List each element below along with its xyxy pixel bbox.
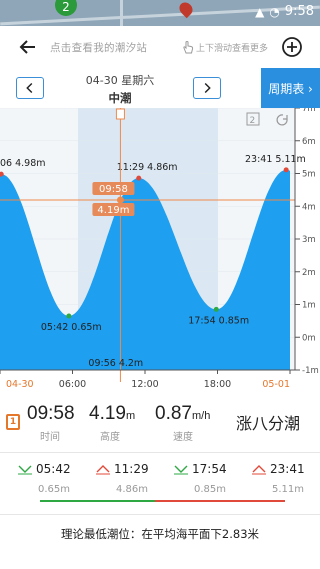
back-arrow-icon[interactable] [18,37,38,57]
extreme-time: 05:42 [36,462,71,476]
high-tide-point [136,175,142,181]
rising-bar [40,500,155,502]
next-day-button[interactable] [193,77,221,99]
x-tick-label: 18:00 [204,379,231,390]
extreme-height: 4.86m [116,484,149,495]
x-axis: 04-30 06:00 12:00 18:00 05-01 [0,369,295,390]
current-height-value: 4.19m [89,403,135,425]
tide-extremes-list: 05:42 0.65m 11:29 4.86m 17:54 0.85m 23:4… [0,458,320,508]
y-tick-label: -1m [302,366,319,376]
y-tick-label: 6m [302,137,316,147]
cursor-bottom-label: 09:56 4.2m [88,358,143,369]
clock: 9:58 [284,4,314,19]
scroll-hint: 上下滑动查看更多 [196,44,269,54]
status-bar: 2 ▲ ◔ 9:58 [0,0,320,26]
x-tick-label: 06:00 [59,379,86,390]
x-tick-label: 05-01 [262,379,290,390]
compare-icon-number: 2 [250,116,256,126]
date-label: 04-30 星期六 [85,74,155,87]
divider [0,514,320,515]
low-tide-label: 17:54 0.85m [188,315,249,326]
cursor-handle [115,108,125,120]
low-tide-point [66,313,72,319]
y-tick-label: 2m [302,268,316,278]
high-tide-point [283,167,289,173]
current-speed-value: 0.87m/h [155,403,210,425]
x-tick-label: 04-30 [6,379,34,390]
y-tick-label: 0m [302,333,316,343]
y-axis: 7m 6m 5m 4m 3m 2m 1m 0m -1m [294,108,319,376]
map-road [120,0,123,26]
wifi-icon: ◔ [269,4,280,19]
signal-icon: ▲ [255,4,265,19]
current-height-unit: m [125,410,136,422]
extreme-time: 23:41 [270,462,305,476]
swipe-hand-icon [183,41,194,54]
extreme-height: 0.85m [194,484,227,495]
high-tide-label: 06 4.98m [0,158,46,169]
y-tick-label: 5m [302,170,316,180]
current-time-value: 09:58 [27,403,75,424]
high-tide-label: 23:41 5.11m [245,154,306,165]
high-tide-icon [252,465,266,475]
add-station-icon[interactable] [281,36,303,58]
y-tick-label: 1m [302,301,316,311]
station-search-input[interactable]: 点击查看我的潮汐站 [50,40,147,55]
y-tick-label: 3m [302,235,316,245]
current-time-icon: 1 [6,414,20,430]
high-tide-icon [96,465,110,475]
x-tick-label: 12:00 [131,379,158,390]
falling-bar [155,500,285,502]
prev-day-button[interactable] [16,77,44,99]
high-tide-label: 11:29 4.86m [117,162,178,173]
cursor-time-label: 09:58 [99,184,128,195]
tide-chart[interactable]: 06 4.98m 11:29 4.86m 23:41 5.11m 05:42 0.65… [0,108,320,400]
app-root: 2 ▲ ◔ 9:58 点击查看我的潮汐站 上下滑动查看更多 04-30 星期六 … [0,0,320,569]
low-tide-icon [174,465,188,475]
status-icons: ▲ ◔ 9:58 [255,4,314,19]
current-tide-info: 1 09:58 时间 4.19m 高度 0.87m/h 速度 涨八分潮 [0,402,320,448]
extreme-height: 0.65m [38,484,71,495]
datum-note: 理论最低潮位：在平均海平面下2.83米 [60,527,260,541]
low-tide-point [213,306,219,312]
divider [0,452,320,453]
current-speed-label: 速度 [173,432,193,443]
current-height-number: 4.19 [89,403,126,424]
low-tide-label: 05:42 0.65m [41,322,102,333]
tide-type-label: 中潮 [108,91,132,105]
cursor-height-label: 4.19m [97,205,129,216]
current-speed-unit: m/h [191,410,211,422]
current-height-label: 高度 [100,432,120,443]
period-table-button[interactable]: 周期表 › [261,68,320,108]
y-tick-label: 7m [302,108,316,114]
low-tide-icon [18,465,32,475]
extreme-height: 5.11m [272,484,305,495]
current-speed-number: 0.87 [155,403,192,424]
y-tick-label: 4m [302,202,316,212]
extreme-time: 17:54 [192,462,227,476]
tide-stage: 涨八分潮 [236,414,301,433]
map-station-badge[interactable]: 2 [55,0,77,16]
cursor-point [116,196,124,204]
current-time-label: 时间 [40,432,60,443]
extreme-time: 11:29 [114,462,149,476]
search-bar: 点击查看我的潮汐站 上下滑动查看更多 [10,30,310,64]
